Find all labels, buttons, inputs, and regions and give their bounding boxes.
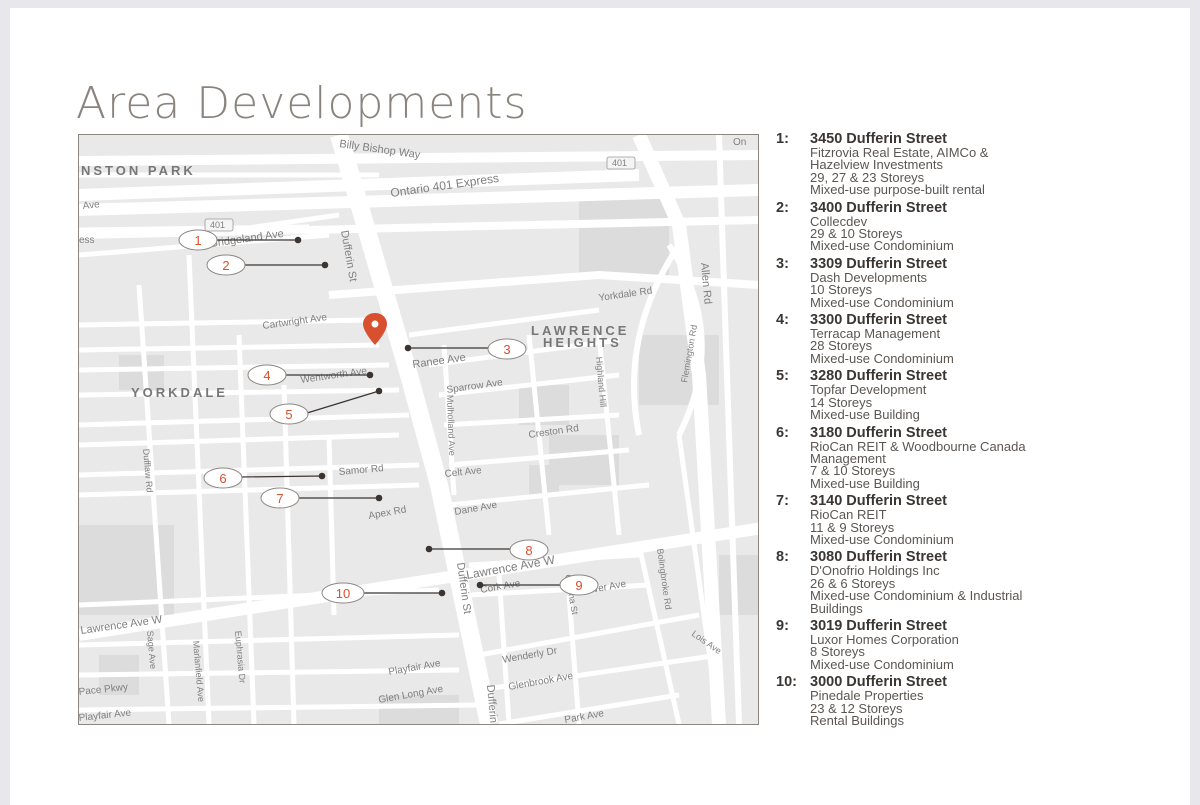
development-details: 3000 Dufferin Street Pinedale Properties 2… [810,675,1176,728]
development-detail-line: Buildings [810,600,863,616]
svg-text:10: 10 [336,586,350,601]
development-details: 3019 Dufferin Street Luxor Homes Corporat… [810,618,1176,672]
development-number: 3: [776,255,789,272]
development-number: 2: [776,199,789,216]
svg-text:6: 6 [219,471,226,486]
svg-text:401: 401 [210,220,225,230]
development-number: 9: [776,617,789,634]
development-detail-line: Mixed-use purpose-built rental [810,182,985,198]
development-item: 3: 3309 Dufferin Street Dash Developments 1… [776,255,1176,310]
development-details: 3180 Dufferin Street RioCan REIT & Woodbo… [810,425,1176,491]
development-number: 7: [776,493,789,510]
map-canvas: NSTON PARK YORKDALE LAWRENCE HEIGHTS Bil… [79,135,758,724]
development-item: 2: 3400 Dufferin Street Collecdev 29 & 10 S… [776,199,1176,254]
development-detail-line: Mixed-use Condominium [810,531,954,547]
development-details: 3300 Dufferin Street Terracap Management 2… [810,313,1176,366]
development-number: 1: [776,131,789,147]
development-list: 1: 3450 Dufferin Street Fitzrovia Real Est… [776,132,1176,731]
development-details: 3400 Dufferin Street Collecdev 29 & 10 Sto… [810,200,1176,254]
development-detail-line: Mixed-use Building [810,475,920,491]
svg-text:3: 3 [503,342,510,357]
svg-text:401: 401 [612,158,627,168]
development-detail-line: Mixed-use Condominium [810,238,954,254]
street-label: ess [79,235,95,246]
development-detail-line: Mixed-use Condominium [810,656,954,672]
development-item: 4: 3300 Dufferin Street Terracap Managemen… [776,312,1176,366]
development-item: 6: 3180 Dufferin Street RioCan REIT & Wood… [776,424,1176,491]
development-detail-line: Rental Buildings [810,713,904,728]
street-label: On [733,137,746,148]
svg-text:9: 9 [575,578,582,593]
street-label: Mulholland Ave [445,395,457,456]
development-item: 7: 3140 Dufferin Street RioCan REIT 11 & 9 … [776,493,1176,547]
svg-text:1: 1 [194,233,201,248]
development-number: 8: [776,549,789,566]
svg-text:7: 7 [276,491,283,506]
svg-text:4: 4 [263,368,270,383]
development-detail-line: Mixed-use Condominium [810,350,954,366]
area-label-weston-park: NSTON PARK [81,163,196,178]
development-number: 5: [776,368,789,385]
development-number: 4: [776,312,789,329]
area-map: NSTON PARK YORKDALE LAWRENCE HEIGHTS Bil… [78,134,759,725]
area-label-heights: HEIGHTS [543,335,622,350]
svg-text:2: 2 [222,258,229,273]
development-item: 5: 3280 Dufferin Street Topfar Development… [776,368,1176,423]
development-detail-line: Mixed-use Building [810,407,920,423]
development-details: 3280 Dufferin Street Topfar Development 14… [810,369,1176,423]
development-details: 3450 Dufferin Street Fitzrovia Real Estat… [810,132,1176,197]
brochure-page: Area Developments NSTON PARK YORKDALE LA… [10,8,1190,805]
development-item: 1: 3450 Dufferin Street Fitzrovia Real Est… [776,132,1176,197]
development-detail-line: Mixed-use Condominium & Industrial [810,588,1023,604]
development-details: 3080 Dufferin Street D'Onofrio Holdings I… [810,550,1176,615]
svg-text:8: 8 [525,543,532,558]
highway-401-shield: 401 [606,156,636,170]
development-item: 10: 3000 Dufferin Street Pinedale Properti… [776,674,1176,728]
street-label: Ave [82,199,101,212]
development-details: 3309 Dufferin Street Dash Developments 10 … [810,256,1176,310]
development-number: 10: [776,674,797,691]
development-details: 3140 Dufferin Street RioCan REIT 11 & 9 St… [810,494,1176,547]
svg-text:5: 5 [285,407,292,422]
highway-401-shield: 401 [204,218,234,232]
development-item: 9: 3019 Dufferin Street Luxor Homes Corpor… [776,617,1176,672]
page-title: Area Developments [76,78,528,129]
area-label-yorkdale: YORKDALE [131,385,228,400]
development-item: 8: 3080 Dufferin Street D'Onofrio Holdings… [776,550,1176,615]
development-number: 6: [776,424,789,441]
development-detail-line: Mixed-use Condominium [810,294,954,310]
